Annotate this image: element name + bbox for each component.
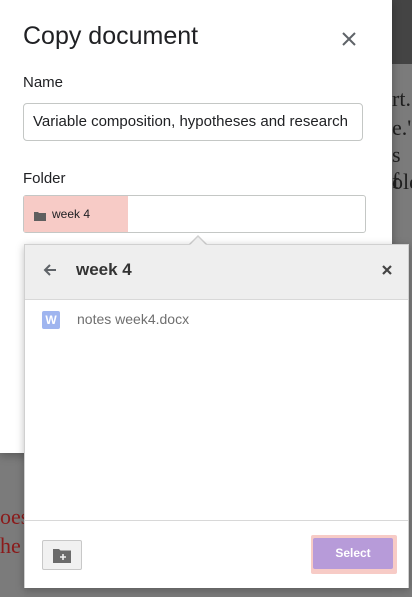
close-icon[interactable] bbox=[377, 260, 397, 280]
folder-chip-label: week 4 bbox=[52, 207, 91, 221]
background-text-fragment: rt. bbox=[392, 86, 411, 111]
select-button-highlight: Select bbox=[311, 535, 397, 574]
select-button[interactable]: Select bbox=[313, 538, 393, 569]
word-doc-icon: W bbox=[42, 311, 60, 329]
background-toolbar bbox=[392, 0, 412, 64]
dialog-title: Copy document bbox=[23, 22, 199, 50]
name-input[interactable]: Variable composition, hypotheses and res… bbox=[23, 103, 363, 141]
new-folder-button[interactable] bbox=[42, 540, 82, 570]
folder-picker: week 4 W notes week4.docx Select bbox=[24, 244, 409, 588]
new-folder-icon bbox=[53, 548, 71, 568]
folder-label: Folder bbox=[23, 170, 66, 187]
background-text-fragment: e.' bbox=[392, 115, 412, 140]
folder-chip[interactable]: week 4 bbox=[24, 196, 128, 232]
arrow-left-icon[interactable] bbox=[39, 259, 61, 281]
background-text-fragment: ole bbox=[392, 169, 412, 194]
name-label: Name bbox=[23, 74, 64, 91]
folder-field[interactable]: week 4 bbox=[23, 195, 366, 233]
picker-caret-inner bbox=[189, 237, 207, 246]
folder-icon bbox=[34, 210, 46, 221]
picker-title: week 4 bbox=[76, 260, 132, 279]
file-name: notes week4.docx bbox=[77, 311, 190, 327]
picker-footer: Select bbox=[25, 520, 408, 588]
close-icon[interactable] bbox=[336, 26, 362, 52]
background-red-text: he bbox=[0, 533, 21, 558]
file-item[interactable]: W notes week4.docx bbox=[25, 307, 408, 333]
picker-header: week 4 bbox=[25, 245, 408, 300]
